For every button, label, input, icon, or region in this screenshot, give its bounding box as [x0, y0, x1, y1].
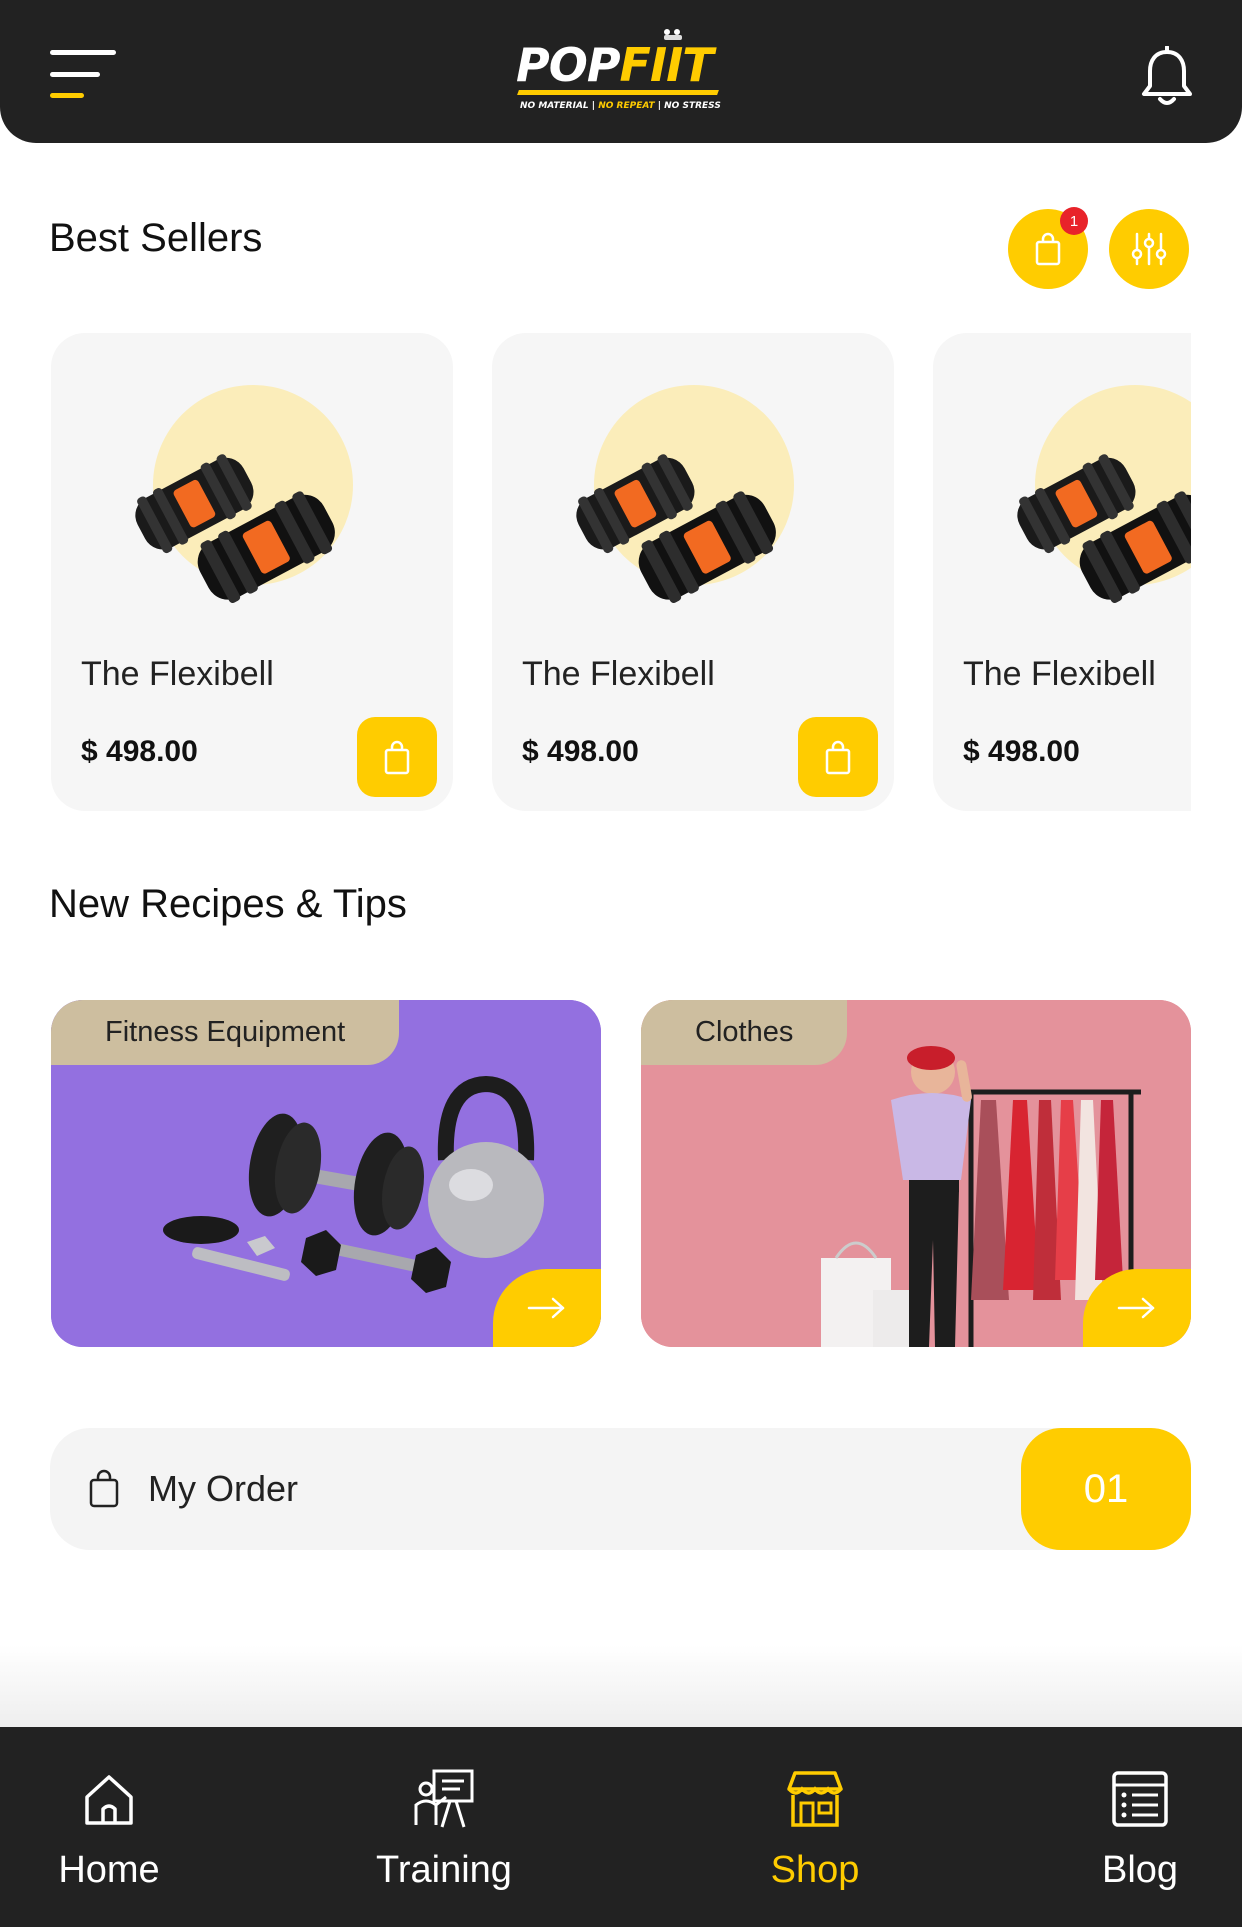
- nav-item-blog[interactable]: Blog: [1040, 1767, 1240, 1897]
- category-card-fitness-equipment[interactable]: Fitness Equipment: [51, 1000, 601, 1347]
- product-name: The Flexibell: [963, 655, 1156, 693]
- nav-item-home[interactable]: Home: [9, 1767, 209, 1897]
- add-to-cart-button[interactable]: [798, 717, 878, 797]
- nav-item-shop[interactable]: Shop: [715, 1767, 915, 1897]
- shopping-bag-icon: [89, 1469, 119, 1508]
- best-sellers-title: Best Sellers: [49, 216, 263, 260]
- category-tag: Fitness Equipment: [51, 1000, 400, 1065]
- app-header: POPFIIT NO MATERIAL | NO REPEAT | NO STR…: [0, 0, 1242, 143]
- shopping-bag-icon: [1035, 232, 1061, 266]
- product-card[interactable]: The Flexibell $ 498.00: [492, 333, 894, 811]
- popfiit-logo: POPFIIT NO MATERIAL | NO REPEAT | NO STR…: [512, 28, 730, 118]
- sliders-icon: [1131, 232, 1167, 266]
- product-name: The Flexibell: [522, 655, 715, 693]
- product-name: The Flexibell: [81, 655, 274, 693]
- dumbbell-image: [135, 454, 335, 604]
- logo-underline: [517, 90, 719, 95]
- home-icon: [85, 1775, 133, 1825]
- category-tag: Clothes: [641, 1000, 848, 1065]
- nav-label: Blog: [1101, 1849, 1179, 1891]
- category-card-clothes[interactable]: Clothes: [641, 1000, 1191, 1347]
- cart-button[interactable]: 1: [1008, 207, 1088, 289]
- shopping-bag-icon: [384, 740, 410, 775]
- product-price: $ 498.00: [963, 735, 1080, 768]
- filter-button[interactable]: [1109, 209, 1189, 289]
- nav-shadow: [0, 1645, 1242, 1727]
- best-sellers-carousel[interactable]: The Flexibell $ 498.00 The Flexibell $ 4…: [51, 333, 1191, 811]
- product-card[interactable]: The Flexibell $ 498.00: [933, 333, 1191, 811]
- bell-icon[interactable]: [1140, 46, 1194, 108]
- logo-text: POPFIIT: [516, 38, 714, 92]
- my-order-row[interactable]: My Order 01: [50, 1428, 1191, 1550]
- bottom-navigation: Home Training Shop Blog: [0, 1727, 1242, 1927]
- product-card[interactable]: The Flexibell $ 498.00: [51, 333, 453, 811]
- menu-icon[interactable]: [50, 50, 116, 100]
- training-icon: [414, 1769, 474, 1828]
- add-to-cart-button[interactable]: [357, 717, 437, 797]
- product-price: $ 498.00: [81, 735, 198, 768]
- dumbbell-image: [576, 454, 776, 604]
- nav-label: Shop: [770, 1849, 860, 1891]
- product-price: $ 498.00: [522, 735, 639, 768]
- nav-label: Training: [376, 1849, 512, 1891]
- arrow-right-icon: [1117, 1297, 1155, 1319]
- shop-icon: [787, 1771, 843, 1827]
- nav-label: Home: [58, 1849, 160, 1891]
- arrow-right-icon: [527, 1297, 565, 1319]
- dumbbell-image: [1017, 454, 1191, 604]
- recipes-title: New Recipes & Tips: [49, 882, 407, 926]
- blog-icon: [1112, 1771, 1168, 1827]
- order-count-badge: 01: [1021, 1428, 1191, 1550]
- nav-item-training[interactable]: Training: [344, 1767, 544, 1897]
- cart-count-badge: 1: [1060, 207, 1088, 235]
- shopping-bag-icon: [825, 740, 851, 775]
- my-order-label: My Order: [148, 1468, 299, 1509]
- logo-tagline: NO MATERIAL | NO REPEAT | NO STRESS: [520, 101, 721, 111]
